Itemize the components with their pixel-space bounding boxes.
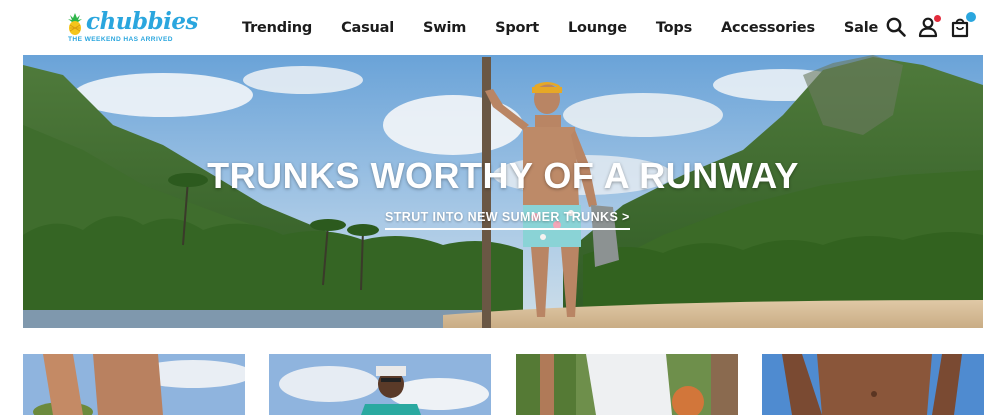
product-tile[interactable] <box>269 354 491 415</box>
account-button[interactable] <box>917 15 941 38</box>
site-header: chubbies THE WEEKEND HAS ARRIVED Trendin… <box>0 0 1000 55</box>
product-tile-image <box>516 354 738 415</box>
nav-item-tops[interactable]: Tops <box>656 20 692 36</box>
nav-item-sport[interactable]: Sport <box>495 20 539 36</box>
product-tile-image <box>762 354 984 415</box>
product-tile-image <box>269 354 491 415</box>
search-icon <box>886 17 906 37</box>
cart-badge <box>965 11 977 23</box>
hero-title: TRUNKS WORTHY OF A RUNWAY <box>207 155 799 196</box>
nav-item-casual[interactable]: Casual <box>341 20 394 36</box>
nav-item-lounge[interactable]: Lounge <box>568 20 627 36</box>
hero-banner[interactable]: TRUNKS WORTHY OF A RUNWAY STRUT INTO NEW… <box>23 55 983 328</box>
product-tiles-row <box>23 354 984 415</box>
hero-cta-link[interactable]: STRUT INTO NEW SUMMER TRUNKS > <box>385 210 630 230</box>
product-tile[interactable] <box>516 354 738 415</box>
brand-logo[interactable]: chubbies THE WEEKEND HAS ARRIVED <box>66 8 198 46</box>
product-tile[interactable] <box>762 354 984 415</box>
nav-item-accessories[interactable]: Accessories <box>721 20 815 36</box>
header-icons <box>875 11 977 40</box>
product-tile[interactable] <box>23 354 245 415</box>
nav-item-sale[interactable]: Sale <box>844 20 878 36</box>
brand-tagline: THE WEEKEND HAS ARRIVED <box>68 36 173 43</box>
pineapple-icon <box>68 13 82 35</box>
product-tile-image <box>23 354 245 415</box>
nav-item-trending[interactable]: Trending <box>242 20 312 36</box>
search-button[interactable] <box>885 16 907 38</box>
main-nav: Trending Casual Swim Sport Lounge Tops A… <box>230 0 907 55</box>
cart-button[interactable] <box>949 11 977 38</box>
account-notification-dot <box>934 15 941 22</box>
brand-name: chubbies <box>86 8 198 35</box>
nav-item-swim[interactable]: Swim <box>423 20 466 36</box>
